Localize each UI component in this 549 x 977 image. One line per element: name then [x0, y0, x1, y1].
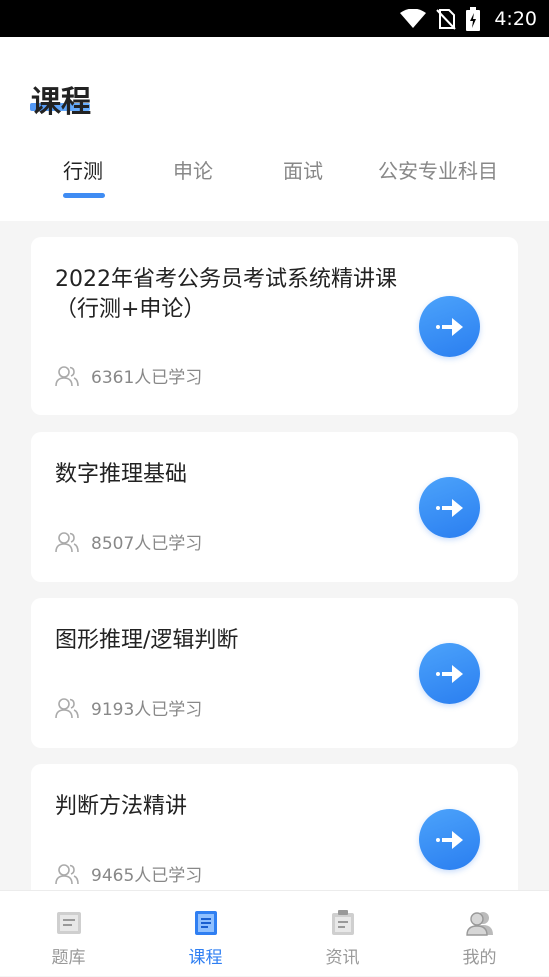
course-list[interactable]: 2022年省考公务员考试系统精讲课（行测+申论） 6361人已学习 数字推理基础	[0, 221, 549, 890]
arrow-right-icon	[435, 830, 463, 849]
tab-bar: 行测 申论 面试 公安专业科目	[0, 155, 549, 195]
users-icon	[55, 531, 79, 552]
enter-course-button[interactable]	[419, 296, 480, 357]
course-meta: 9193人已学习	[55, 695, 202, 720]
arrow-right-icon	[435, 664, 463, 683]
course-meta: 8507人已学习	[55, 529, 202, 554]
page-title: 课程	[31, 77, 91, 121]
status-bar: 4:20	[0, 0, 549, 37]
nav-question-bank[interactable]: 题库	[0, 891, 137, 977]
course-meta: 9465人已学习	[55, 861, 202, 886]
wifi-icon	[400, 8, 427, 28]
learner-count: 9193人已学习	[91, 700, 203, 720]
page-title-text: 课程	[31, 85, 91, 120]
course-title: 图形推理/逻辑判断	[55, 628, 239, 653]
tab-police-subjects[interactable]: 公安专业科目	[378, 155, 498, 184]
nav-label: 题库	[51, 948, 86, 968]
nav-course[interactable]: 课程	[137, 891, 274, 977]
course-title: 2022年省考公务员考试系统精讲课（行测+申论）	[55, 267, 397, 322]
profile-icon	[465, 912, 493, 936]
nav-news[interactable]: 资讯	[274, 891, 411, 977]
question-bank-icon	[56, 912, 81, 934]
battery-charging-icon	[466, 6, 481, 31]
arrow-right-icon	[435, 498, 463, 517]
header: 课程 行测 申论 面试 公安专业科目	[0, 37, 549, 221]
users-icon	[55, 697, 79, 718]
course-title: 判断方法精讲	[55, 794, 188, 819]
users-icon	[55, 365, 79, 386]
course-card[interactable]: 判断方法精讲 9465人已学习	[31, 764, 518, 890]
bottom-nav: 题库 课程 资讯 我的	[0, 890, 549, 976]
learner-count: 8507人已学习	[91, 534, 203, 554]
tab-shenlun[interactable]: 申论	[173, 155, 213, 184]
enter-course-button[interactable]	[419, 643, 480, 704]
course-meta: 6361人已学习	[55, 363, 202, 388]
course-title: 数字推理基础	[55, 462, 188, 487]
nav-label: 我的	[462, 948, 497, 968]
nav-label: 课程	[188, 948, 223, 968]
no-sim-icon	[436, 8, 457, 30]
course-icon	[194, 911, 217, 935]
tab-interview[interactable]: 面试	[283, 155, 323, 184]
enter-course-button[interactable]	[419, 477, 480, 538]
tab-active-indicator	[63, 193, 105, 198]
users-icon	[55, 863, 79, 884]
nav-profile[interactable]: 我的	[411, 891, 548, 977]
learner-count: 6361人已学习	[91, 368, 203, 388]
status-time: 4:20	[494, 7, 537, 30]
course-card[interactable]: 2022年省考公务员考试系统精讲课（行测+申论） 6361人已学习	[31, 237, 518, 415]
enter-course-button[interactable]	[419, 809, 480, 870]
news-icon	[331, 910, 354, 935]
course-card[interactable]: 图形推理/逻辑判断 9193人已学习	[31, 598, 518, 748]
tab-xingce[interactable]: 行测	[63, 155, 103, 184]
nav-label: 资讯	[325, 948, 360, 968]
arrow-right-icon	[435, 317, 463, 336]
course-card[interactable]: 数字推理基础 8507人已学习	[31, 432, 518, 582]
learner-count: 9465人已学习	[91, 866, 203, 886]
